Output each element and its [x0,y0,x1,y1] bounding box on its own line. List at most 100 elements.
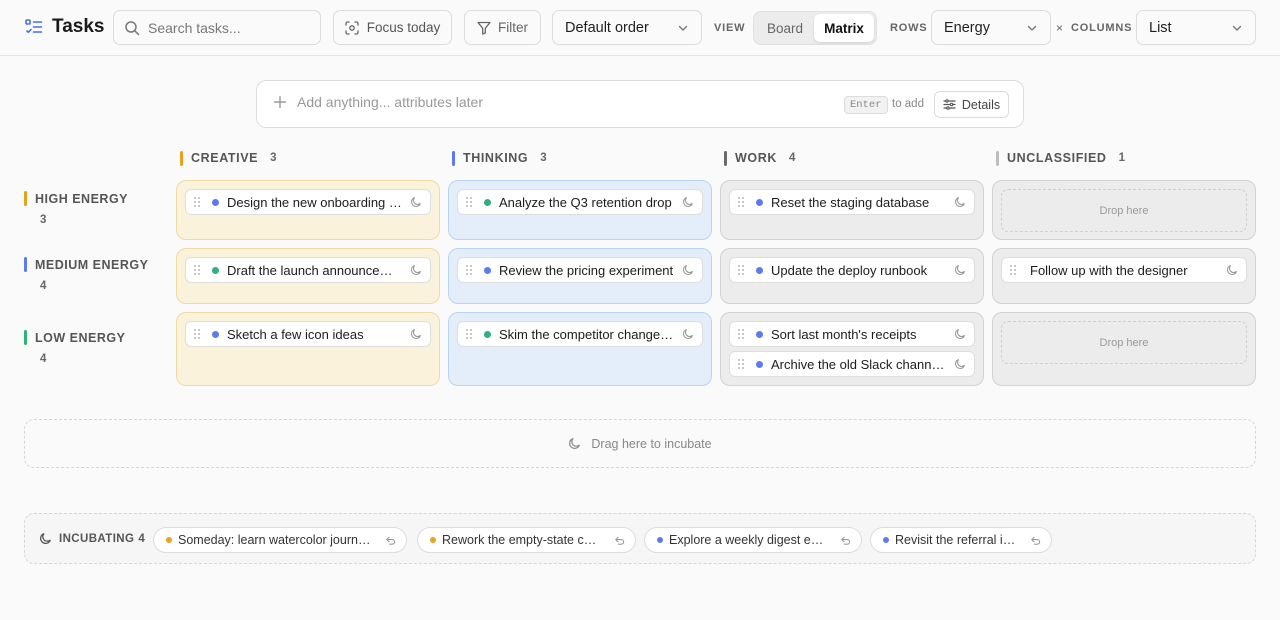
chip-title: Revisit the referral idea [895,533,1018,547]
incubate-drop-label: Drag here to incubate [591,436,712,451]
task-card[interactable]: Skim the competitor changelog [457,321,703,347]
row-count: 4 [40,353,47,365]
task-card[interactable]: Sort last month's receipts [729,321,975,347]
incubate-moon-icon[interactable] [954,264,966,276]
row-name: HIGH ENERGY [35,191,129,206]
cell-medium-thinking[interactable]: Review the pricing experiment [448,248,712,304]
cell-high-work[interactable]: Reset the staging database [720,180,984,240]
incubate-moon-icon[interactable] [682,328,694,340]
filter-button[interactable]: Filter [464,10,541,45]
incubate-moon-icon[interactable] [954,328,966,340]
cell-low-creative[interactable]: Sketch a few icon ideas [176,312,440,386]
times-symbol: × [1056,21,1064,35]
rows-select[interactable]: Energy [931,10,1051,45]
drag-handle-icon[interactable] [466,329,480,339]
chevron-down-icon [1231,22,1243,34]
view-matrix-option[interactable]: Matrix [814,14,874,42]
to-add-hint: to add [892,98,924,110]
column-color-bar [452,150,455,166]
enter-key-hint: Enter [844,96,888,114]
cell-medium-work[interactable]: Update the deploy runbook [720,248,984,304]
search-box[interactable] [113,10,321,45]
incubating-chip[interactable]: Revisit the referral idea [870,527,1052,553]
incubate-moon-icon[interactable] [410,264,422,276]
incubate-moon-icon[interactable] [682,196,694,208]
drop-zone[interactable]: Drop here [1001,321,1247,364]
cell-medium-unclassified[interactable]: Follow up with the designer [992,248,1256,304]
incubate-moon-icon[interactable] [682,264,694,276]
chip-title: Rework the empty-state copy [442,533,602,547]
cell-low-thinking[interactable]: Skim the competitor changelog [448,312,712,386]
chevron-down-icon [1026,22,1038,34]
drag-handle-icon[interactable] [466,197,480,207]
incubating-chip[interactable]: Rework the empty-state copy [417,527,636,553]
incubating-chip[interactable]: Explore a weekly digest email [644,527,862,553]
task-dot [212,198,219,206]
column-header-work: WORK 4 [724,150,795,166]
columns-select[interactable]: List [1136,10,1256,45]
column-count: 4 [788,152,796,164]
task-card[interactable]: Design the new onboarding flow [185,189,431,215]
drag-handle-icon[interactable] [194,197,208,207]
task-card[interactable]: Archive the old Slack channels [729,351,975,377]
chip-dot [166,537,172,543]
search-icon [124,20,140,36]
task-dot [756,360,763,368]
drag-handle-icon[interactable] [738,329,752,339]
drop-zone[interactable]: Drop here [1001,189,1247,232]
task-title: Sort last month's receipts [771,326,917,342]
drag-handle-icon[interactable] [194,329,208,339]
cell-low-work[interactable]: Sort last month's receipts Archive the o… [720,312,984,386]
view-board-option[interactable]: Board [756,14,814,42]
cell-high-thinking[interactable]: Analyze the Q3 retention drop [448,180,712,240]
task-card[interactable]: Analyze the Q3 retention drop [457,189,703,215]
task-title: Follow up with the designer [1030,262,1188,278]
task-card[interactable]: Draft the launch announcement [185,257,431,283]
incubate-moon-icon[interactable] [954,358,966,370]
cell-medium-creative[interactable]: Draft the launch announcement [176,248,440,304]
task-card[interactable]: Review the pricing experiment [457,257,703,283]
details-button[interactable]: Details [934,91,1009,118]
focus-today-button[interactable]: Focus today [333,10,452,45]
drag-handle-icon[interactable] [1010,265,1024,275]
chip-title: Someday: learn watercolor journaling [178,533,373,547]
incubating-header: INCUBATING 4 [39,532,145,545]
cell-high-unclassified[interactable]: Drop here [992,180,1256,240]
incubating-chip[interactable]: Someday: learn watercolor journaling [153,527,407,553]
incubate-moon-icon[interactable] [954,196,966,208]
task-dot [756,266,763,274]
column-header-unclassified: UNCLASSIFIED 1 [996,150,1125,166]
task-card[interactable]: Update the deploy runbook [729,257,975,283]
top-bar: Tasks Focus today Filter Default order V… [0,0,1280,56]
row-color-bar [24,330,27,345]
quick-add-input[interactable] [297,94,817,110]
task-card[interactable]: Sketch a few icon ideas [185,321,431,347]
drag-handle-icon[interactable] [738,359,752,369]
column-color-bar [724,150,727,166]
drag-handle-icon[interactable] [738,265,752,275]
drag-handle-icon[interactable] [738,197,752,207]
chip-dot [883,537,889,543]
task-card[interactable]: Reset the staging database [729,189,975,215]
cell-low-unclassified[interactable]: Drop here [992,312,1256,386]
row-header-high-energy: HIGH ENERGY 3 [24,191,128,226]
order-select[interactable]: Default order [552,10,702,45]
column-count: 1 [1118,152,1125,164]
cell-high-creative[interactable]: Design the new onboarding flow [176,180,440,240]
task-card[interactable]: Follow up with the designer [1001,257,1247,283]
restore-icon[interactable] [840,535,851,546]
task-title: Review the pricing experiment [499,262,674,278]
incubate-moon-icon[interactable] [410,328,422,340]
incubate-moon-icon[interactable] [410,196,422,208]
restore-icon[interactable] [614,535,625,546]
restore-icon[interactable] [1030,535,1041,546]
incubate-drop-zone[interactable]: Drag here to incubate [24,419,1256,468]
search-input[interactable] [148,19,318,36]
task-dot [484,198,491,206]
drag-handle-icon[interactable] [466,265,480,275]
restore-icon[interactable] [385,535,396,546]
view-toggle: Board Matrix [753,11,877,45]
rows-label: ROWS [890,22,928,34]
incubate-moon-icon[interactable] [1226,264,1238,276]
drag-handle-icon[interactable] [194,265,208,275]
